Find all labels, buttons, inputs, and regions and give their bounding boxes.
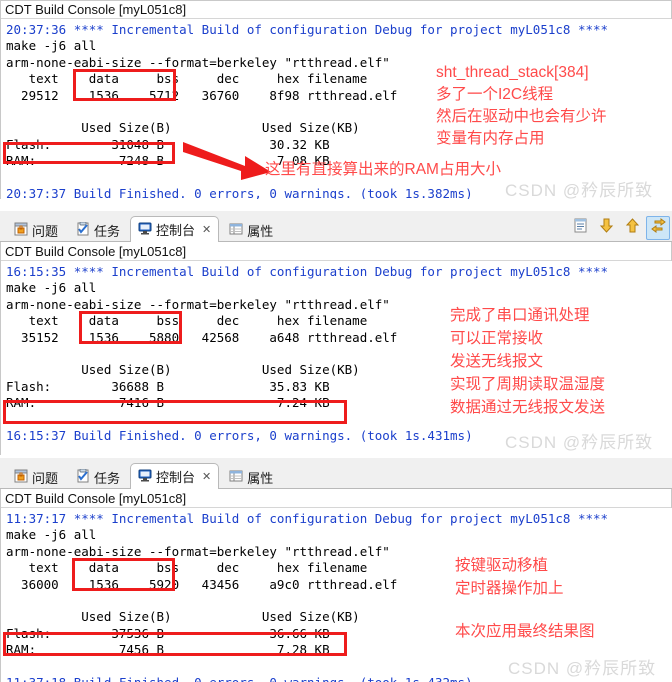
swap-arrows-icon [650, 218, 666, 238]
console-panel-2: 问题 任务 控制台 ✕ 属性 CDT Build Console [myL051… [0, 211, 672, 455]
tab-problems-label: 问题 [32, 223, 59, 239]
console-panel-3: 问题 任务 控制台 ✕ 属性 CDT Build Console [myL051… [0, 458, 672, 682]
console-icon [138, 221, 152, 238]
tab-tasks[interactable]: 任务 [68, 464, 128, 489]
annotation-2-line-0: 完成了串口通讯处理 [450, 307, 590, 324]
tab-tasks[interactable]: 任务 [68, 217, 128, 242]
annotation-1-arrow-note: 这里有直接算出来的RAM占用大小 [265, 161, 501, 178]
console-panel-1: CDT Build Console [myL051c8] 20:37:36 **… [0, 0, 672, 199]
tab-tasks-label: 任务 [94, 470, 121, 486]
annotation-2-line-3: 实现了周期读取温湿度 [450, 376, 606, 393]
view-tabbar-2: 问题 任务 控制台 ✕ 属性 [0, 211, 672, 242]
tab-problems-label: 问题 [32, 470, 59, 486]
annotation-2-line-2: 发送无线报文 [450, 353, 544, 370]
tab-list-2: 问题 任务 控制台 ✕ 属性 [0, 211, 283, 242]
annotation-arrow-1 [183, 142, 271, 180]
problems-icon [14, 222, 28, 239]
tab-console[interactable]: 控制台 ✕ [130, 216, 220, 242]
word-wrap-button[interactable] [568, 216, 592, 240]
tab-properties-label: 属性 [247, 223, 274, 239]
annotation-3-line-2: 本次应用最终结果图 [455, 623, 595, 640]
watermark-3: CSDN @矜辰所致 [508, 659, 657, 678]
tab-console[interactable]: 控制台 ✕ [130, 463, 220, 489]
annotation-1-line-2: 然后在驱动中也会有少许 [436, 108, 607, 125]
tasks-icon [76, 468, 90, 486]
tab-properties-label: 属性 [247, 470, 274, 486]
properties-icon [229, 222, 243, 239]
tab-problems[interactable]: 问题 [6, 217, 66, 242]
console-title-2: CDT Build Console [myL051c8] [0, 242, 672, 261]
tab-tasks-label: 任务 [94, 223, 121, 239]
tasks-icon [76, 221, 90, 239]
annotation-2-line-1: 可以正常接收 [450, 330, 544, 347]
properties-icon [229, 469, 243, 486]
panel-gap-1 [0, 199, 672, 211]
console-output-2[interactable]: 16:15:35 **** Incremental Build of confi… [0, 261, 672, 455]
view-tabbar-3: 问题 任务 控制台 ✕ 属性 [0, 458, 672, 489]
annotation-3-line-1: 定时器操作加上 [455, 580, 564, 597]
tab-console-label: 控制台 [156, 470, 196, 485]
tab-list-3: 问题 任务 控制台 ✕ 属性 [0, 458, 283, 489]
console-toolbar-2 [568, 215, 672, 241]
arrow-up-icon [625, 218, 640, 238]
console-icon [138, 468, 152, 485]
tab-properties[interactable]: 属性 [221, 217, 281, 242]
console-title-1: CDT Build Console [myL051c8] [0, 0, 672, 19]
scroll-up-button[interactable] [620, 216, 644, 240]
tab-problems[interactable]: 问题 [6, 464, 66, 489]
close-icon[interactable]: ✕ [202, 470, 211, 483]
display-selected-console-button[interactable] [646, 216, 670, 240]
annotation-1-line-0: sht_thread_stack[384] [436, 64, 589, 81]
tab-properties[interactable]: 属性 [221, 464, 281, 489]
tab-console-label: 控制台 [156, 223, 196, 238]
annotation-1-line-1: 多了一个I2C线程 [436, 86, 554, 103]
annotation-2-line-4: 数据通过无线报文发送 [450, 399, 606, 416]
close-icon[interactable]: ✕ [202, 223, 211, 236]
problems-icon [14, 469, 28, 486]
annotation-3-line-0: 按键驱动移植 [455, 557, 549, 574]
console-title-3: CDT Build Console [myL051c8] [0, 489, 672, 508]
document-lines-icon [573, 218, 588, 238]
watermark-2: CSDN @矜辰所致 [505, 433, 654, 452]
annotation-1-line-3: 变量有内存占用 [436, 130, 545, 147]
scroll-lock-down-button[interactable] [594, 216, 618, 240]
arrow-down-icon [599, 218, 614, 238]
watermark-1: CSDN @矜辰所致 [505, 181, 654, 199]
